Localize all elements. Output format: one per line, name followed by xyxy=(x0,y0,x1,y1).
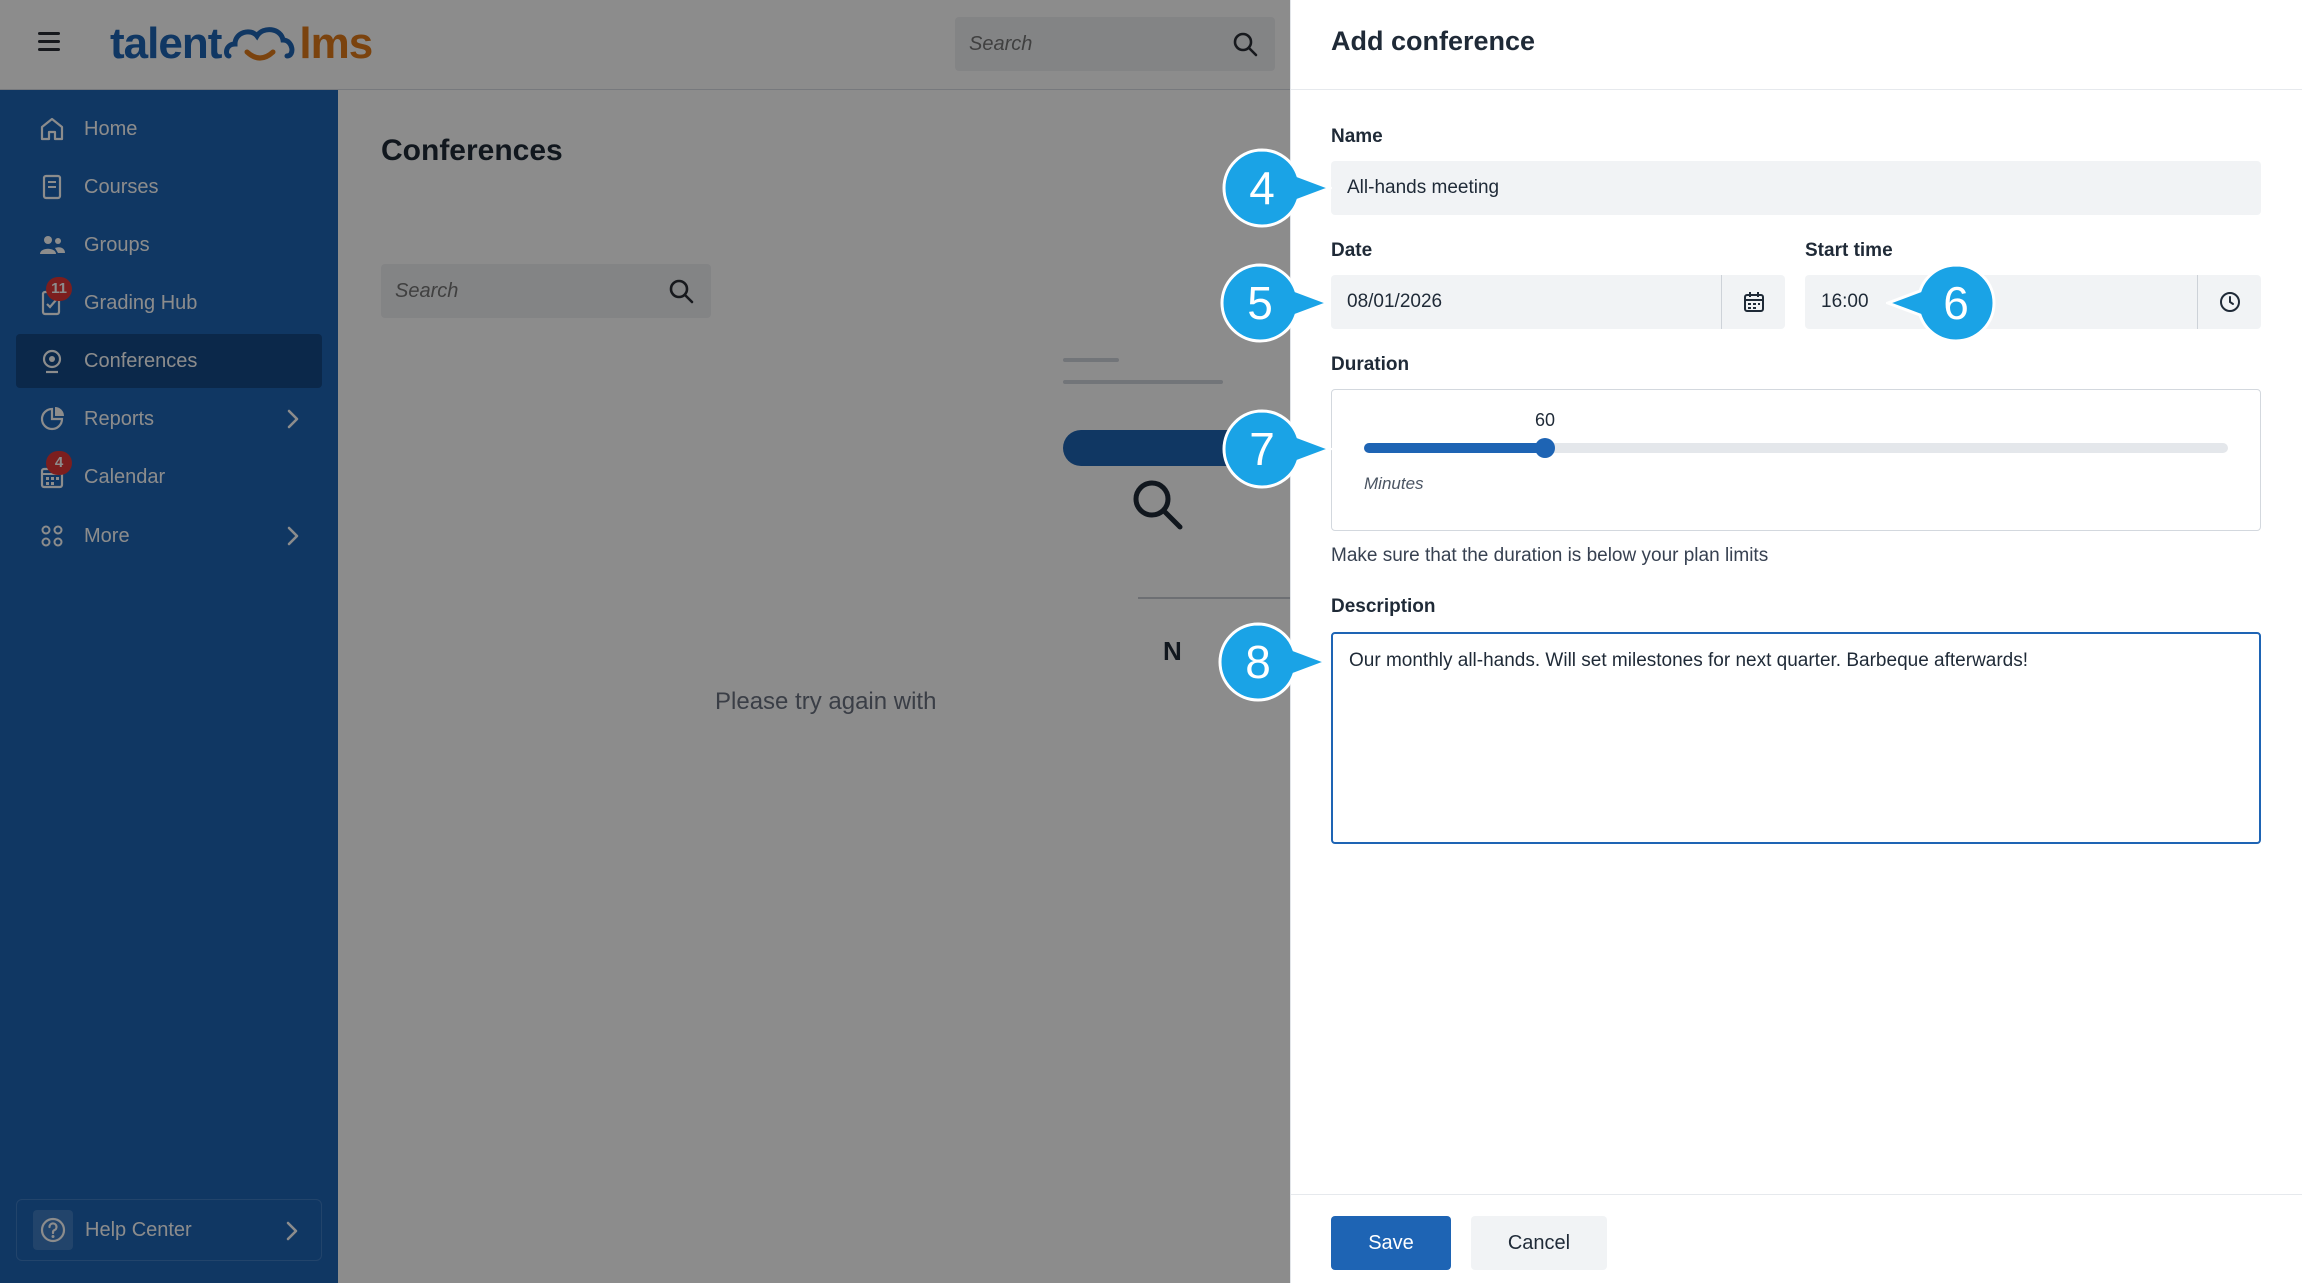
callout-marker: 8 xyxy=(1218,622,1331,702)
callout-number: 5 xyxy=(1247,277,1273,329)
name-field xyxy=(1331,161,2261,215)
clock-icon[interactable] xyxy=(2197,275,2261,329)
date-field xyxy=(1331,275,1785,329)
description-label: Description xyxy=(1331,596,1436,617)
save-button[interactable]: Save xyxy=(1331,1216,1451,1270)
duration-value: 60 xyxy=(1534,410,1556,430)
add-conference-drawer: Add conference Name Date Start time Dura… xyxy=(1290,0,2302,1283)
callout-marker: 5 xyxy=(1220,263,1333,343)
date-label: Date xyxy=(1331,240,1373,261)
drawer-footer: Save Cancel xyxy=(1291,1194,2302,1283)
callout-number: 7 xyxy=(1249,423,1275,475)
app-window: talent lms HomeCoursesGroups11Grading Hu… xyxy=(0,0,2302,1283)
start-time-input[interactable] xyxy=(1821,287,2181,317)
callout-marker: 6 xyxy=(1883,263,1996,343)
duration-box: 60 Minutes xyxy=(1331,389,2261,531)
duration-label: Duration xyxy=(1331,354,1410,375)
slider-thumb[interactable] xyxy=(1535,438,1555,458)
modal-backdrop[interactable] xyxy=(0,0,1290,1283)
callout-number: 6 xyxy=(1943,277,1969,329)
callout-number: 4 xyxy=(1249,162,1275,214)
name-input[interactable] xyxy=(1347,173,2227,203)
date-input[interactable] xyxy=(1347,287,1707,317)
description-textarea[interactable]: Our monthly all-hands. Will set mileston… xyxy=(1331,632,2261,844)
cancel-button[interactable]: Cancel xyxy=(1471,1216,1607,1270)
slider-fill xyxy=(1364,443,1545,453)
start-time-label: Start time xyxy=(1805,240,1893,261)
drawer-title: Add conference xyxy=(1331,26,1536,56)
name-label: Name xyxy=(1331,126,1383,147)
duration-unit: Minutes xyxy=(1364,474,1424,493)
callout-marker: 7 xyxy=(1222,409,1335,489)
duration-hint: Make sure that the duration is below you… xyxy=(1331,545,1769,566)
callout-marker: 4 xyxy=(1222,148,1335,228)
drawer-header: Add conference xyxy=(1291,0,2302,90)
calendar-icon[interactable] xyxy=(1721,275,1785,329)
start-time-field xyxy=(1805,275,2261,329)
callout-number: 8 xyxy=(1245,636,1271,688)
duration-slider[interactable] xyxy=(1364,438,2228,458)
